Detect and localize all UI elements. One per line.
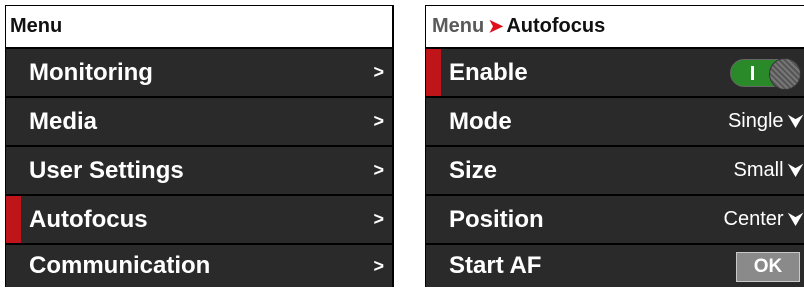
- setting-label: Enable: [449, 58, 528, 86]
- setting-label: Position: [449, 205, 544, 233]
- menu-title: Menu: [10, 15, 63, 37]
- menu-item-label: Media: [29, 107, 98, 135]
- selection-indicator: [6, 196, 21, 243]
- menu-header: Menu: [6, 6, 392, 47]
- position-dropdown[interactable]: Center ⮟: [724, 196, 803, 243]
- breadcrumb-root[interactable]: Menu: [432, 15, 484, 38]
- menu-item-label: User Settings: [29, 156, 184, 184]
- autofocus-panel: Menu ➤ Autofocus Enable Mode Single ⮟ Si…: [425, 5, 804, 287]
- setting-row-position[interactable]: Position Center ⮟: [426, 196, 804, 243]
- chevron-down-icon: ⮟: [788, 160, 803, 180]
- chevron-right-icon: >: [373, 111, 384, 131]
- toggle-on-mark: [751, 66, 754, 80]
- chevron-down-icon: ⮟: [788, 111, 803, 131]
- menu-panel: Menu Monitoring > Media > User Settings …: [5, 5, 394, 287]
- setting-row-start-af: Start AF OK: [426, 245, 804, 287]
- mode-dropdown[interactable]: Single ⮟: [728, 98, 803, 145]
- chevron-right-icon: >: [373, 255, 384, 276]
- dropdown-value: Single: [727, 110, 784, 132]
- menu-item-label: Monitoring: [29, 58, 153, 86]
- start-af-ok-button[interactable]: OK: [736, 252, 800, 282]
- size-dropdown[interactable]: Small ⮟: [734, 147, 803, 194]
- setting-row-enable[interactable]: Enable: [426, 49, 804, 96]
- chevron-down-icon: ⮟: [788, 209, 803, 229]
- dropdown-value: Center: [723, 208, 784, 230]
- breadcrumb-current: Autofocus: [506, 15, 606, 37]
- chevron-right-icon: >: [373, 160, 384, 180]
- menu-item-user-settings[interactable]: User Settings >: [6, 147, 392, 194]
- setting-row-mode[interactable]: Mode Single ⮟: [426, 98, 804, 145]
- selection-indicator: [426, 49, 441, 96]
- toggle-knob: [769, 58, 801, 90]
- menu-item-media[interactable]: Media >: [6, 98, 392, 145]
- dropdown-value: Small: [733, 159, 784, 181]
- menu-item-monitoring[interactable]: Monitoring >: [6, 49, 392, 96]
- menu-item-label: Autofocus: [29, 205, 148, 233]
- chevron-right-icon: >: [373, 209, 384, 229]
- breadcrumb-arrow-icon: ➤: [488, 16, 504, 36]
- setting-label: Start AF: [449, 252, 542, 279]
- menu-item-autofocus[interactable]: Autofocus >: [6, 196, 392, 243]
- setting-label: Size: [449, 156, 498, 184]
- setting-label: Mode: [449, 107, 512, 135]
- chevron-right-icon: >: [373, 62, 384, 82]
- breadcrumb: Menu ➤ Autofocus: [426, 6, 804, 47]
- menu-item-label: Communication: [29, 252, 211, 279]
- setting-row-size[interactable]: Size Small ⮟: [426, 147, 804, 194]
- enable-toggle[interactable]: [730, 58, 801, 90]
- menu-item-communication[interactable]: Communication >: [6, 245, 392, 287]
